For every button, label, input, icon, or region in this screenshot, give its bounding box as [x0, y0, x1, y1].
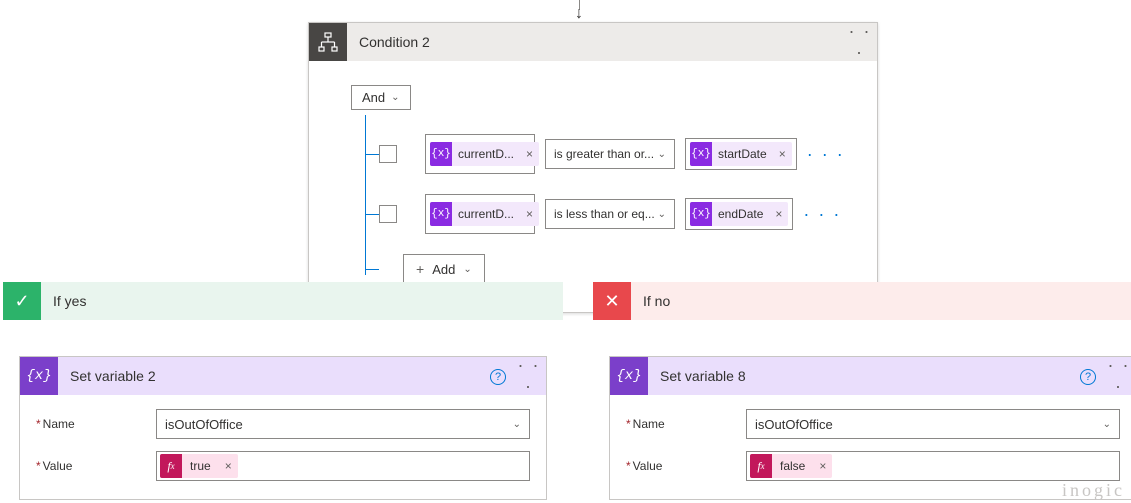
operator-dropdown[interactable]: is less than or eq... ⌄ [545, 199, 675, 229]
tree-line [365, 115, 366, 275]
condition-header[interactable]: Condition 2 · · · [309, 23, 877, 61]
right-operand-field[interactable]: {x} startDate × [685, 138, 797, 170]
chevron-down-icon: ⌄ [513, 419, 521, 430]
right-operand-field[interactable]: {x} endDate × [685, 198, 793, 230]
value-label: *Value [626, 459, 746, 473]
set-variable-card: {x} Set variable 8 ? · · · *Name isOutOf… [609, 356, 1131, 500]
plus-icon: + [416, 261, 424, 277]
add-condition-button[interactable]: + Add ⌄ [403, 254, 485, 284]
remove-token-button[interactable]: × [520, 207, 539, 221]
branch-header-yes: ✓ If yes [3, 282, 563, 320]
cross-icon: ✕ [593, 282, 631, 320]
variable-icon: {x} [430, 202, 452, 226]
group-operator-dropdown[interactable]: And ⌄ [351, 85, 411, 110]
condition-card: Condition 2 · · · And ⌄ {x} currentD... … [308, 22, 878, 313]
variable-value-field[interactable]: fx false × [746, 451, 1120, 481]
token-pill: {x} currentD... × [430, 202, 539, 226]
remove-token-button[interactable]: × [769, 207, 788, 221]
operator-text: is greater than or... [554, 147, 654, 161]
action-title: Set variable 8 [648, 368, 1074, 384]
add-row: + Add ⌄ [351, 254, 877, 284]
left-operand-field[interactable]: {x} currentD... × [425, 134, 535, 174]
group-operator-label: And [362, 90, 385, 105]
token-text: startDate [712, 147, 773, 161]
token-pill: {x} endDate × [690, 202, 788, 226]
tree-connector [365, 154, 379, 155]
add-label: Add [432, 262, 455, 277]
condition-title: Condition 2 [347, 34, 843, 50]
condition-row: {x} currentD... × is greater than or... … [351, 134, 877, 174]
variable-value-field[interactable]: fx true × [156, 451, 530, 481]
branch-header-no: ✕ If no [593, 282, 1131, 320]
action-header[interactable]: {x} Set variable 8 ? · · · [610, 357, 1131, 395]
chevron-down-icon: ⌄ [463, 264, 471, 275]
branch-title: If no [631, 293, 670, 309]
help-button[interactable]: ? [484, 367, 512, 385]
chevron-down-icon: ⌄ [658, 149, 666, 160]
action-title: Set variable 2 [58, 368, 484, 384]
remove-token-button[interactable]: × [520, 147, 539, 161]
tree-connector [365, 269, 379, 270]
chevron-down-icon: ⌄ [1103, 419, 1111, 430]
variable-name-dropdown[interactable]: isOutOfOffice ⌄ [156, 409, 530, 439]
expression-pill: fx false × [750, 454, 832, 478]
condition-row: {x} currentD... × is less than or eq... … [351, 194, 877, 234]
operator-dropdown[interactable]: is greater than or... ⌄ [545, 139, 675, 169]
remove-expression-button[interactable]: × [813, 459, 832, 473]
fx-icon: fx [750, 454, 772, 478]
operator-text: is less than or eq... [554, 207, 655, 221]
variable-name-dropdown[interactable]: isOutOfOffice ⌄ [746, 409, 1120, 439]
flow-arrow: ↓ [575, 0, 583, 18]
tree-connector [365, 214, 379, 215]
variable-icon: {x} [690, 142, 712, 166]
expression-text: true [182, 459, 219, 473]
chevron-down-icon: ⌄ [391, 92, 399, 103]
condition-icon [309, 23, 347, 61]
fx-icon: fx [160, 454, 182, 478]
variable-action-icon: {x} [610, 357, 648, 395]
expression-pill: fx true × [160, 454, 238, 478]
remove-token-button[interactable]: × [773, 147, 792, 161]
condition-menu-button[interactable]: · · · [843, 21, 877, 63]
left-operand-field[interactable]: {x} currentD... × [425, 194, 535, 234]
action-menu-button[interactable]: · · · [1102, 355, 1131, 397]
variable-icon: {x} [430, 142, 452, 166]
token-text: currentD... [452, 207, 520, 221]
row-menu-button[interactable]: · · · [803, 204, 841, 225]
remove-expression-button[interactable]: × [219, 459, 238, 473]
variable-name-value: isOutOfOffice [755, 417, 833, 432]
check-icon: ✓ [3, 282, 41, 320]
token-pill: {x} currentD... × [430, 142, 539, 166]
value-label: *Value [36, 459, 156, 473]
variable-icon: {x} [690, 202, 712, 226]
set-variable-card: {x} Set variable 2 ? · · · *Name isOutOf… [19, 356, 547, 500]
token-pill: {x} startDate × [690, 142, 792, 166]
variable-name-value: isOutOfOffice [165, 417, 243, 432]
name-label: *Name [626, 417, 746, 431]
token-text: currentD... [452, 147, 520, 161]
if-yes-branch: ✓ If yes {x} Set variable 2 ? · · · *Nam… [3, 282, 563, 500]
expression-text: false [772, 459, 813, 473]
action-menu-button[interactable]: · · · [512, 355, 546, 397]
watermark: inogic [1062, 480, 1125, 501]
help-button[interactable]: ? [1074, 367, 1102, 385]
action-header[interactable]: {x} Set variable 2 ? · · · [20, 357, 546, 395]
token-text: endDate [712, 207, 769, 221]
variable-action-icon: {x} [20, 357, 58, 395]
row-menu-button[interactable]: · · · [807, 144, 845, 165]
row-select-checkbox[interactable] [379, 145, 397, 163]
if-no-branch: ✕ If no {x} Set variable 8 ? · · · *Name… [593, 282, 1131, 500]
branch-title: If yes [41, 293, 86, 309]
chevron-down-icon: ⌄ [658, 209, 666, 220]
name-label: *Name [36, 417, 156, 431]
row-select-checkbox[interactable] [379, 205, 397, 223]
